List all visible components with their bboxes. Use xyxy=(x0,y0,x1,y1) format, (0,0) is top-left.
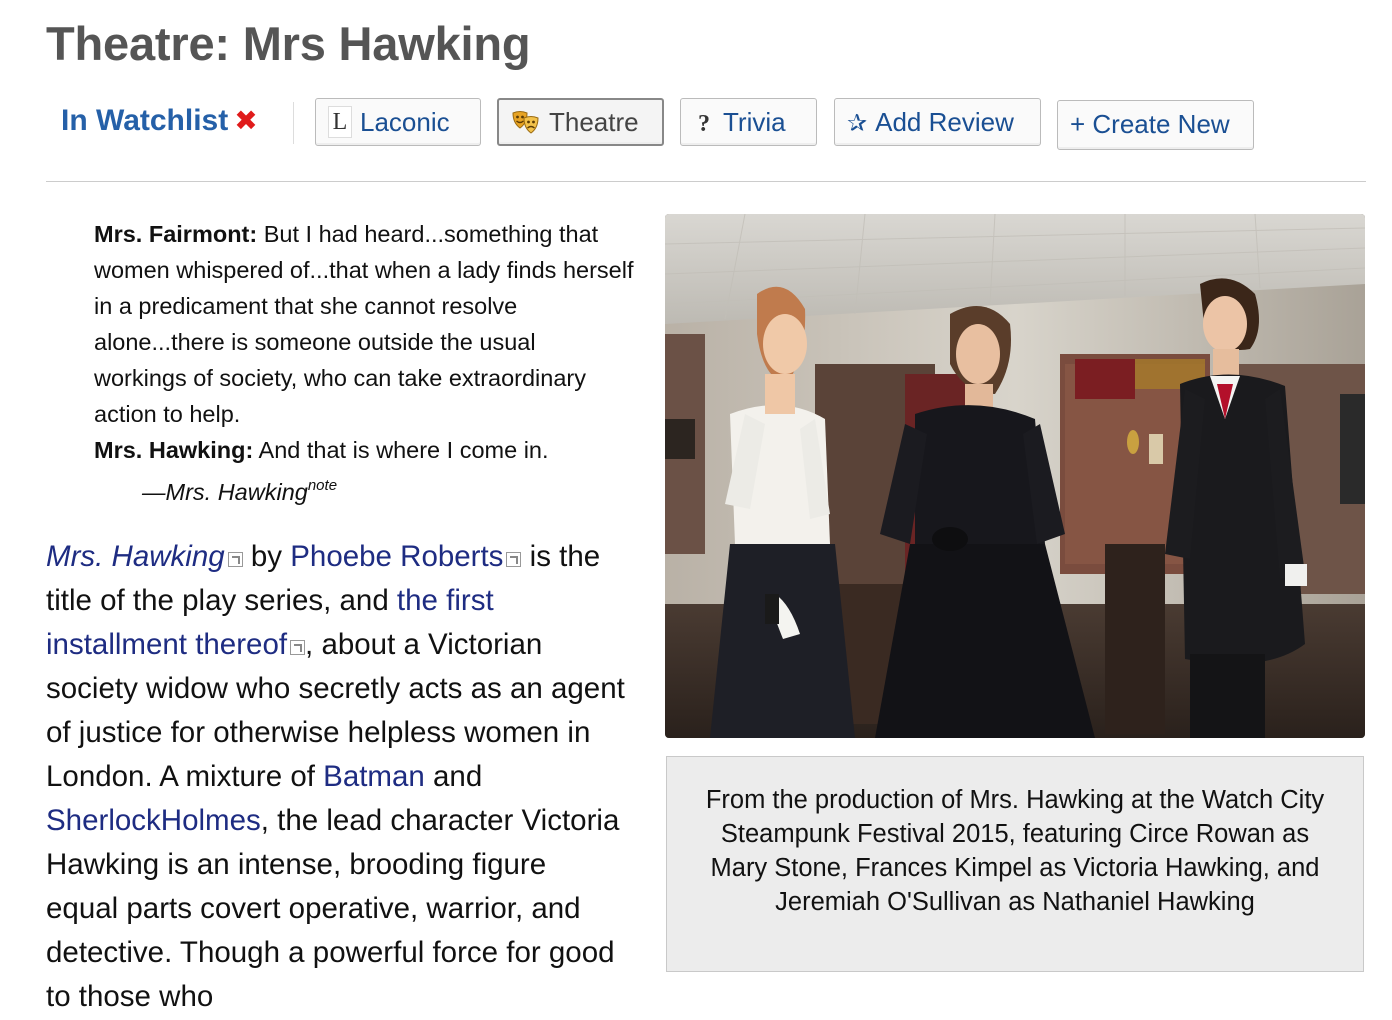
page-toolbar: In Watchlist ✖ L Laconic Theatre ? Trivia ✰… xyxy=(46,98,1366,152)
link-mrs-hawking[interactable]: Mrs. Hawking xyxy=(46,540,225,573)
theatre-button-label: Theatre xyxy=(549,107,639,137)
header-divider xyxy=(46,181,1366,182)
quote-speaker: Mrs. Hawking: xyxy=(94,437,254,463)
quote-speaker: Mrs. Fairmont: xyxy=(94,221,258,247)
quote-source: —Mrs. Hawking xyxy=(142,479,308,505)
external-link-icon xyxy=(290,640,306,655)
star-icon: ✰ xyxy=(847,110,868,138)
toolbar-divider xyxy=(293,102,294,144)
link-sherlock-holmes[interactable]: SherlockHolmes xyxy=(46,804,261,837)
page-title: Theatre: Mrs Hawking xyxy=(46,17,531,70)
remove-from-watchlist-icon[interactable]: ✖ xyxy=(234,105,257,136)
link-batman[interactable]: Batman xyxy=(323,760,425,793)
quote-text: But I had heard...something that women w… xyxy=(94,221,634,427)
create-new-button-label: + Create New xyxy=(1070,109,1230,139)
quote-line: Mrs. Fairmont: But I had heard...somethi… xyxy=(94,216,634,432)
photo-caption: From the production of Mrs. Hawking at t… xyxy=(666,756,1364,972)
watchlist-label: In Watchlist xyxy=(61,104,229,137)
laconic-icon: L xyxy=(328,106,352,139)
theatre-button[interactable]: Theatre xyxy=(497,98,664,146)
article-text: and xyxy=(424,760,483,793)
quote-text: And that is where I come in. xyxy=(253,437,549,463)
page-quote: Mrs. Fairmont: But I had heard...somethi… xyxy=(94,216,634,510)
trivia-button[interactable]: ? Trivia xyxy=(680,98,817,146)
add-review-button[interactable]: ✰ Add Review xyxy=(834,98,1041,146)
laconic-button-label: Laconic xyxy=(360,107,450,137)
external-link-icon xyxy=(227,552,243,567)
article-body: Mrs. Hawking by Phoebe Roberts is the ti… xyxy=(46,535,626,1019)
create-new-button[interactable]: + Create New xyxy=(1057,100,1254,150)
add-review-button-label: Add Review xyxy=(875,107,1014,137)
article-text: by xyxy=(242,540,291,573)
trivia-button-label: Trivia xyxy=(723,107,786,137)
link-phoebe-roberts[interactable]: Phoebe Roberts xyxy=(290,540,503,573)
watchlist-toggle[interactable]: In Watchlist ✖ xyxy=(61,104,258,138)
quote-attribution: —Mrs. Hawkingnote xyxy=(142,468,634,510)
theatre-masks-icon xyxy=(511,108,541,136)
production-photo xyxy=(665,214,1365,738)
laconic-button[interactable]: L Laconic xyxy=(315,98,481,146)
external-link-icon xyxy=(506,552,522,567)
quote-line: Mrs. Hawking: And that is where I come i… xyxy=(94,432,634,468)
quote-note-link[interactable]: note xyxy=(308,477,337,494)
trivia-icon: ? xyxy=(698,111,710,138)
